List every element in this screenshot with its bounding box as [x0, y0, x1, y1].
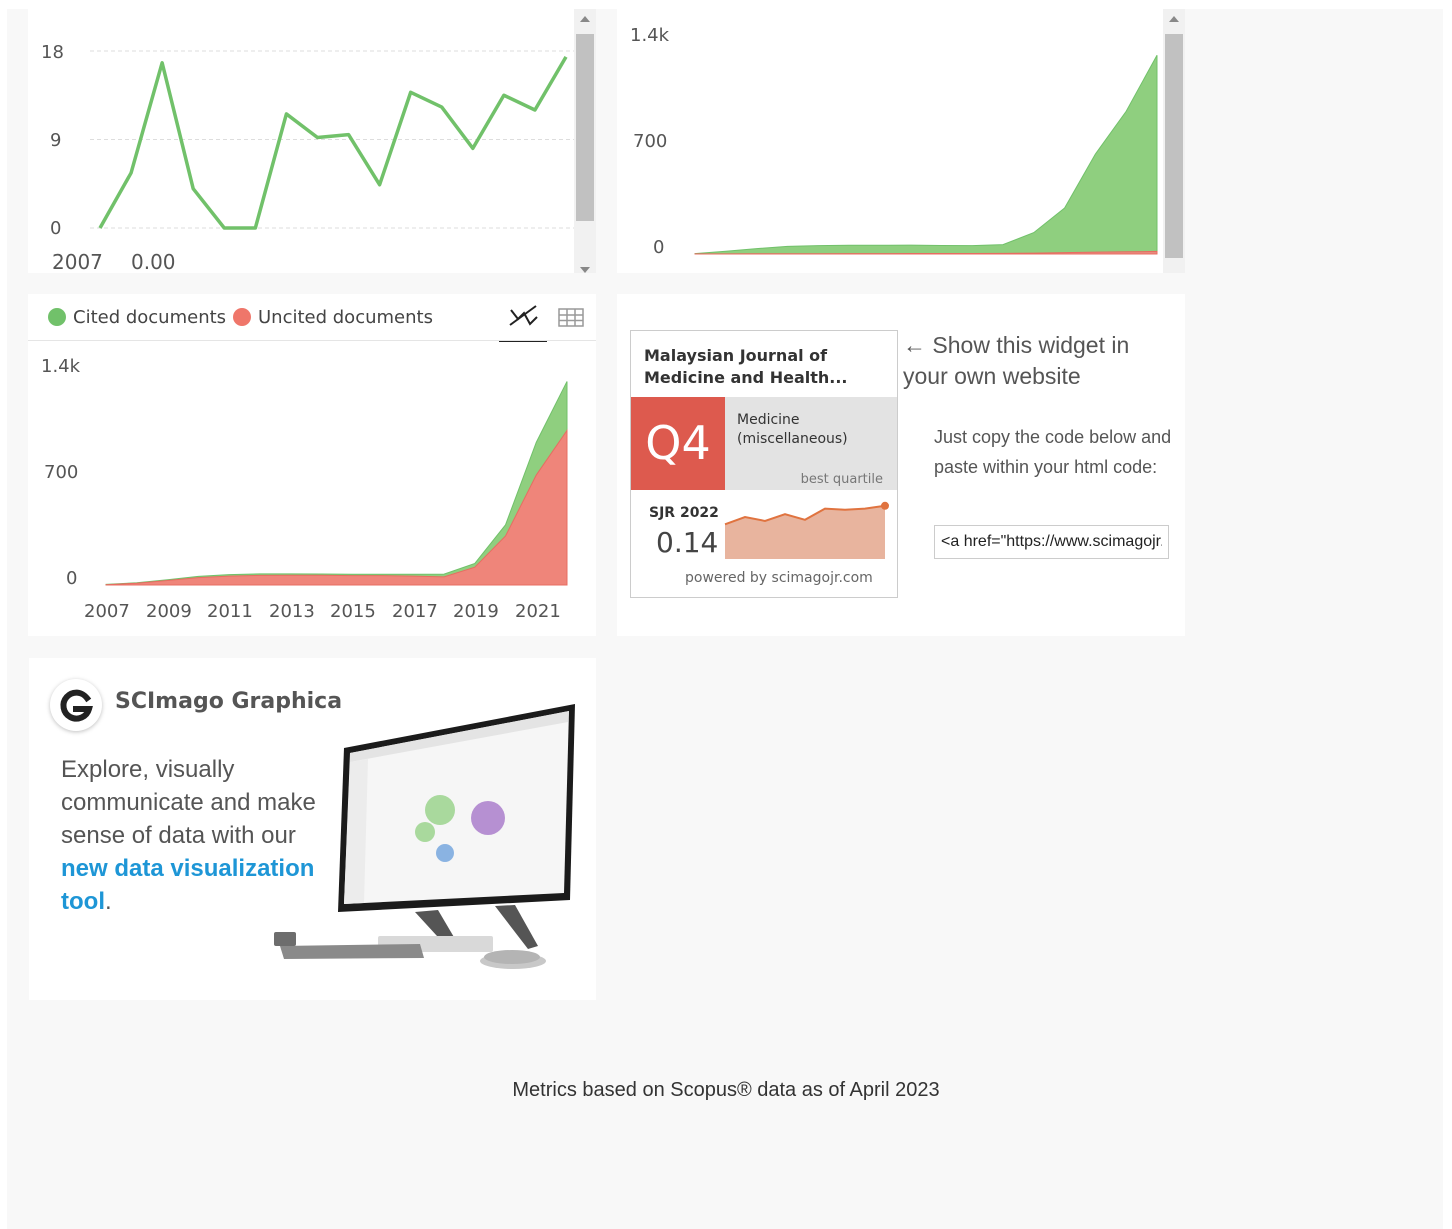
series-line: [98, 56, 568, 230]
y-tick: 1.4k: [630, 25, 670, 46]
x-tick: 2007: [52, 250, 103, 274]
x-tick: 2021: [515, 601, 561, 622]
y-tick: 700: [44, 462, 79, 483]
tooltip-value: 0.00: [131, 250, 176, 274]
sjr-widget[interactable]: Malaysian Journal of Medicine and Health…: [630, 330, 898, 598]
x-tick: 2015: [330, 601, 376, 622]
x-tick: 2009: [146, 601, 192, 622]
sjr-value: 0.14: [656, 526, 719, 559]
series-area-uncited: [105, 428, 568, 586]
trend-last-point: [881, 501, 889, 510]
sjr-year-label: SJR 2022: [649, 505, 719, 521]
area-chart: [105, 381, 568, 586]
scroll-up-arrow-icon[interactable]: [1169, 16, 1179, 22]
x-tick: 2011: [207, 601, 253, 622]
trend-area: [725, 505, 885, 559]
x-tick: 2013: [269, 601, 315, 622]
desktop-computer-image: [270, 700, 580, 972]
series-area-cited: [694, 54, 1158, 255]
scroll-up-arrow-icon[interactable]: [580, 16, 590, 22]
category-box: Medicine (miscellaneous) best quartile: [725, 397, 897, 490]
scrollbar[interactable]: [574, 9, 596, 273]
y-tick: 700: [633, 131, 668, 152]
sjr-trend-chart: [724, 501, 889, 559]
embed-title: ← Show this widget in your own website: [903, 332, 1130, 389]
scroll-down-arrow-icon[interactable]: [580, 267, 590, 273]
y-tick: 1.4k: [41, 356, 81, 377]
chart-panel-total-citations: 1.4k 700 0: [617, 9, 1185, 273]
category-name: Medicine (miscellaneous): [737, 412, 848, 447]
powered-by: powered by scimagojr.com: [685, 570, 873, 586]
quartile-badge: Q4: [631, 397, 725, 490]
x-tick: 2007: [84, 601, 130, 622]
embed-description: Just copy the code below and paste withi…: [934, 427, 1172, 477]
scrollbar[interactable]: [1163, 9, 1185, 273]
y-tick: 0: [50, 218, 62, 239]
embed-code-field[interactable]: [934, 525, 1169, 559]
line-chart: [90, 50, 574, 230]
best-quartile-label: best quartile: [800, 472, 883, 487]
graphica-text-end: .: [104, 888, 112, 915]
footer-note: Metrics based on Scopus® data as of Apri…: [512, 1079, 940, 1101]
y-tick: 18: [41, 42, 64, 63]
graphica-logo-icon: [50, 679, 102, 731]
x-tick: 2019: [453, 601, 499, 622]
chart-panel-cited-uncited: Cited documents Uncited documents 1.4k 7…: [28, 294, 596, 636]
scroll-thumb[interactable]: [576, 34, 594, 221]
scroll-thumb[interactable]: [1165, 34, 1183, 258]
y-tick: 0: [653, 237, 665, 258]
chart-panel-citations-per-document: 18 9 0 2007 0.00: [28, 9, 596, 274]
y-tick: 9: [50, 130, 62, 151]
y-tick: 0: [66, 568, 78, 589]
area-chart: [694, 54, 1158, 255]
x-tick: 2017: [392, 601, 438, 622]
widget-journal-title: Malaysian Journal of Medicine and Health…: [644, 346, 848, 387]
